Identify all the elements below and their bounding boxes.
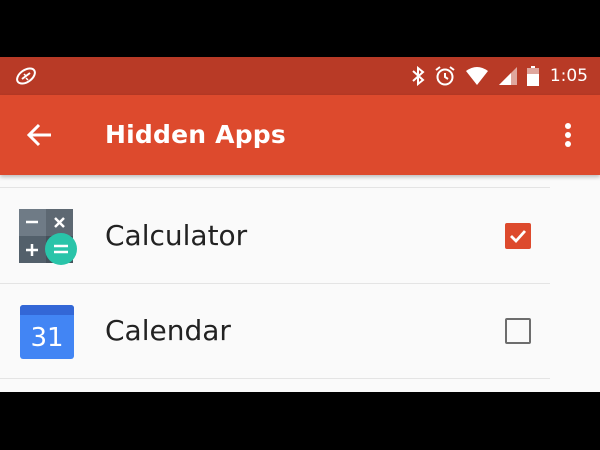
- list-item-calculator[interactable]: Calculator: [0, 189, 550, 283]
- calendar-icon: 31: [20, 305, 74, 359]
- tracking-icon: [16, 67, 36, 85]
- calculator-checkbox[interactable]: [505, 223, 531, 249]
- app-list: Calculator 31 Calendar: [0, 175, 600, 392]
- app-name-calculator: Calculator: [105, 219, 248, 252]
- calendar-checkbox[interactable]: [505, 318, 531, 344]
- app-bar: Hidden Apps: [0, 95, 600, 175]
- battery-icon: [526, 66, 539, 86]
- divider: [0, 187, 550, 188]
- divider: [0, 378, 550, 379]
- more-vert-icon: [565, 123, 571, 147]
- status-icons: 1:05: [411, 57, 588, 95]
- alarm-icon: [435, 66, 455, 86]
- status-bar: 1:05: [0, 57, 600, 95]
- signal-icon: [498, 67, 517, 85]
- arrow-back-icon: [26, 123, 51, 147]
- letterbox-bottom: [0, 392, 600, 450]
- list-margin: [550, 175, 600, 392]
- app-name-calendar: Calendar: [105, 314, 231, 347]
- calendar-icon-day: 31: [30, 323, 63, 353]
- page-title: Hidden Apps: [105, 120, 286, 149]
- overflow-menu-button[interactable]: [552, 115, 584, 155]
- bluetooth-icon: [412, 66, 425, 86]
- back-button[interactable]: [20, 115, 60, 155]
- status-time: 1:05: [549, 66, 588, 86]
- list-item-calendar[interactable]: 31 Calendar: [0, 284, 550, 378]
- check-icon: [510, 230, 527, 244]
- wifi-icon: [465, 67, 488, 85]
- calculator-icon: [19, 209, 77, 265]
- letterbox-top: [0, 0, 600, 57]
